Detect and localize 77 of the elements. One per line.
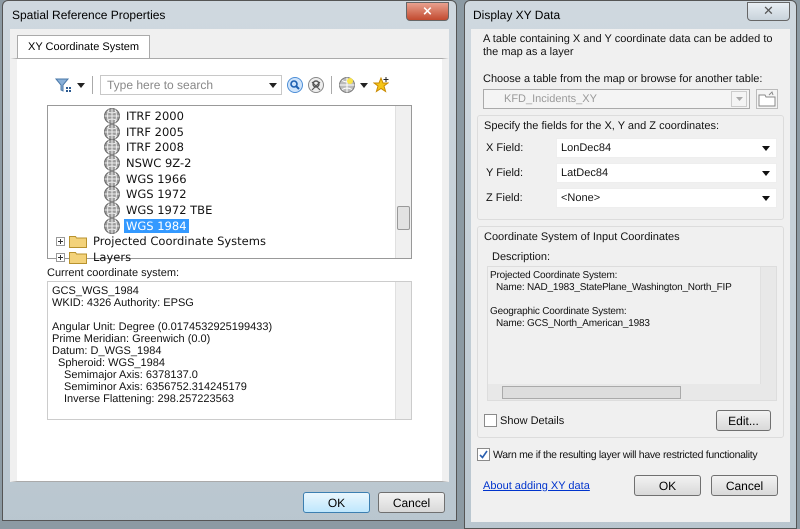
expand-icon[interactable] [56,252,65,262]
expand-icon[interactable] [56,236,65,246]
ok-button[interactable]: OK [303,492,370,513]
section-label: Choose a table from the map or browse for another table: [483,73,764,85]
group-title: Coordinate System of Input Coordinates [484,231,681,243]
folder-icon [69,234,87,248]
search-field[interactable]: Type here to search [100,75,282,95]
scrollbar[interactable] [488,384,776,400]
caret-icon[interactable] [77,82,85,88]
section-label: Current coordinate system: [47,267,180,279]
tree-item[interactable]: WGS 1972 TBE [124,202,214,217]
caret-icon [762,170,770,176]
caret-icon [762,146,770,150]
description-line: Projected Coordinate System: [490,270,618,281]
search-icon[interactable] [287,77,303,93]
description-line: Prime Meridian: Greenwich (0.0) [52,333,210,345]
help-link[interactable]: About adding XY data [483,480,624,492]
checkmark-icon [479,450,488,459]
description-line: Name: NAD_1983_StatePlane_Washington_North_FIP [496,282,732,293]
description-line: Datum: D_WGS_1984 [52,345,162,357]
globe-icon [104,154,120,171]
window-title: Spatial Reference Properties [11,8,166,22]
tree-item[interactable]: NSWC 9Z-2 [124,156,194,170]
clear-search-icon[interactable] [308,77,324,93]
filter-icon[interactable] [54,76,72,94]
description-line: Spheroid: WGS_1984 [58,357,166,369]
description-line: Inverse Flattening: 298.257223563 [64,393,234,405]
section-label: Description: [492,251,552,263]
ok-button[interactable]: OK [634,475,701,496]
description-line: WKID: 4326 Authority: EPSG [52,297,194,309]
tree-item[interactable]: Projected Coordinate Systems [91,234,268,248]
field-label: Y Field: [485,167,524,179]
tree-item[interactable]: ITRF 2000 [124,108,186,123]
globe-icon [104,170,120,187]
star-icon[interactable] [373,77,389,93]
field-dropdown[interactable]: LatDec84 [556,163,777,183]
cancel-button[interactable]: Cancel [378,492,445,513]
globe-icon[interactable] [339,77,355,93]
scrollbar[interactable] [395,106,411,258]
cancel-button[interactable]: Cancel [711,475,778,496]
description-line: Semiminor Axis: 6356752.314245179 [64,381,247,393]
scrollbar[interactable] [395,282,411,419]
globe-icon [104,124,120,140]
close-button[interactable]: ✕ [747,2,790,20]
description-line: Angular Unit: Degree (0.0174532925199433) [52,321,272,333]
description-line: GCS_WGS_1984 [52,285,139,297]
description-line: Name: GCS_North_American_1983 [496,318,650,329]
field-dropdown[interactable]: LonDec84 [556,138,777,158]
field-dropdown[interactable]: <None> [556,188,777,208]
globe-icon [104,218,120,234]
tree-item[interactable]: Layers [91,250,134,264]
warn-checkbox[interactable]: Warn me if the resulting layer will have restricted functionality [477,448,784,461]
intro-text: A table containing X and Y coordinate data can be added to the map as a layer [483,33,774,59]
tree-item[interactable]: ITRF 2008 [124,140,186,154]
description-line: Semimajor Axis: 6378137.0 [64,369,198,381]
group-title: Specify the fields for the X, Y and Z coordinates: [484,120,720,132]
globe-icon [104,108,120,124]
field-label: Z Field: [485,192,524,204]
folder-icon [69,250,87,264]
tab[interactable]: XY Coordinate System [17,35,150,58]
globe-icon [104,139,120,156]
window-title: Display XY Data [472,8,560,22]
caret-icon [736,97,742,101]
caret-icon [762,196,770,200]
globe-icon [104,202,120,218]
globe-icon [104,186,120,202]
description-line: Geographic Coordinate System: [490,306,626,317]
browse-button[interactable] [756,89,778,109]
tree-item[interactable]: ITRF 2005 [124,124,186,139]
caret-icon[interactable] [269,82,277,88]
edit-button[interactable]: Edit... [716,410,771,431]
show-details-checkbox[interactable]: Show Details [484,414,564,427]
tree-item[interactable]: WGS 1972 [124,187,189,202]
folder-icon [758,91,776,107]
field-label: X Field: [485,142,524,154]
caret-icon[interactable] [360,82,368,88]
tree-item[interactable]: WGS 1966 [124,172,189,186]
